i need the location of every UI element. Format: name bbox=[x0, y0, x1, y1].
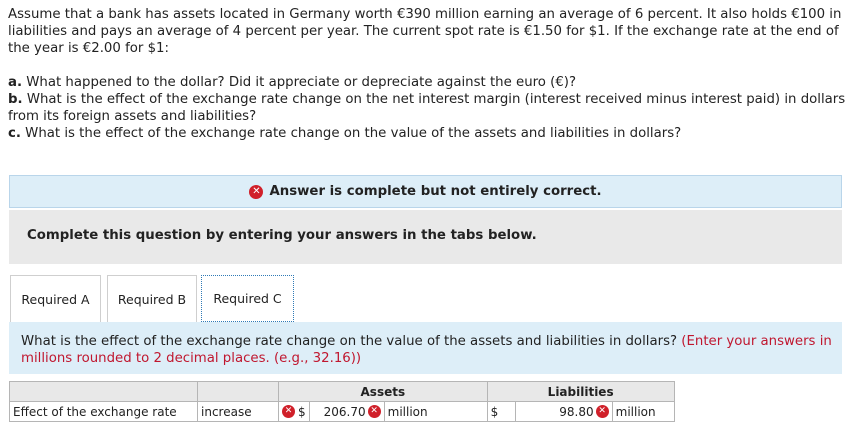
liabilities-value: 98.80 bbox=[559, 404, 594, 419]
assets-unit: million bbox=[383, 401, 488, 422]
tab-label: Required A bbox=[21, 291, 90, 307]
part-letter: c. bbox=[8, 126, 21, 141]
x-circle-icon: ✕ bbox=[595, 405, 609, 418]
header-blank bbox=[197, 381, 279, 402]
tab-required-c[interactable]: Required C bbox=[201, 275, 294, 322]
question-part-b: b. What is the effect of the exchange ra… bbox=[8, 91, 850, 125]
table-row: Effect of the exchange rate increase ✕ $… bbox=[9, 401, 675, 422]
question-panel: What is the effect of the exchange rate … bbox=[9, 322, 842, 374]
tab-required-a[interactable]: Required A bbox=[10, 275, 101, 322]
header-liabilities: Liabilities bbox=[486, 381, 675, 402]
part-letter: b. bbox=[8, 92, 23, 107]
x-circle-icon: ✕ bbox=[249, 184, 264, 199]
x-circle-icon: ✕ bbox=[367, 405, 381, 418]
table-header-row: Assets Liabilities bbox=[9, 381, 675, 402]
assets-currency-cell: ✕ $ bbox=[278, 401, 310, 422]
question-text: Assume that a bank has assets located in… bbox=[8, 6, 850, 142]
question-intro: Assume that a bank has assets located in… bbox=[8, 7, 842, 56]
instruction-bar: Complete this question by entering your … bbox=[9, 210, 842, 264]
assets-value: 206.70 bbox=[323, 404, 366, 419]
answer-status-banner: ✕ Answer is complete but not entirely co… bbox=[9, 175, 842, 208]
tab-label: Required B bbox=[117, 291, 187, 307]
liabilities-value-input[interactable]: 98.80 ✕ bbox=[514, 401, 613, 422]
question-part-c: c. What is the effect of the exchange ra… bbox=[8, 125, 850, 142]
part-text: What is the effect of the exchange rate … bbox=[25, 126, 682, 141]
liabilities-unit: million bbox=[611, 401, 675, 422]
row-label: Effect of the exchange rate bbox=[9, 401, 198, 422]
instruction-text: Complete this question by entering your … bbox=[27, 228, 537, 243]
tab-required-b[interactable]: Required B bbox=[107, 275, 197, 322]
panel-prompt: What is the effect of the exchange rate … bbox=[21, 334, 678, 349]
x-circle-icon: ✕ bbox=[282, 405, 295, 418]
question-part-a: a. What happened to the dollar? Did it a… bbox=[8, 74, 850, 91]
direction-select[interactable]: increase bbox=[197, 401, 279, 422]
direction-value: increase bbox=[201, 404, 252, 419]
part-letter: a. bbox=[8, 75, 23, 90]
assets-value-input[interactable]: 206.70 ✕ bbox=[308, 401, 385, 422]
assets-currency: $ bbox=[298, 404, 306, 419]
header-assets: Assets bbox=[278, 381, 488, 402]
banner-text: Answer is complete but not entirely corr… bbox=[269, 184, 602, 199]
answer-table: Assets Liabilities Effect of the exchang… bbox=[9, 381, 675, 422]
part-text: What happened to the dollar? Did it appr… bbox=[26, 75, 577, 90]
liabilities-currency: $ bbox=[486, 401, 516, 422]
part-text: What is the effect of the exchange rate … bbox=[8, 92, 846, 124]
question-parts: a. What happened to the dollar? Did it a… bbox=[8, 74, 850, 142]
tab-label: Required C bbox=[213, 291, 282, 306]
header-blank bbox=[9, 381, 198, 402]
